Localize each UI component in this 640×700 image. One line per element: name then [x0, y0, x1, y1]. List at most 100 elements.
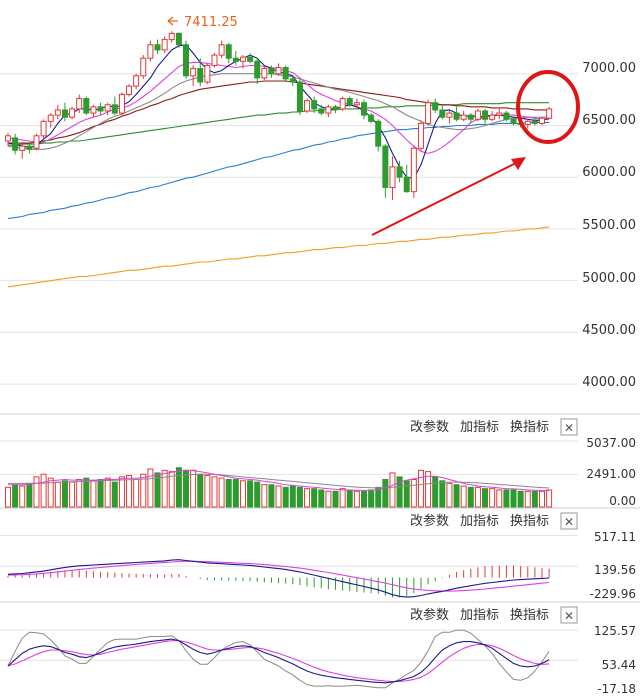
candle-body — [346, 98, 353, 106]
ma250-line — [7, 226, 550, 288]
y-tick-label: 53.44 — [602, 658, 636, 672]
candle-body — [197, 68, 204, 83]
params-button[interactable]: 改参数 — [410, 419, 449, 435]
candle-body — [211, 54, 218, 66]
candle-body — [97, 106, 104, 112]
candle-body — [282, 67, 289, 80]
params-button[interactable]: 改参数 — [410, 607, 449, 623]
candle-body — [175, 32, 182, 46]
volume-bar — [510, 489, 517, 508]
add-indicator-button[interactable]: 加指标 — [460, 608, 499, 623]
candle-body — [289, 78, 296, 83]
volume-bars — [5, 467, 553, 508]
candle-body — [467, 114, 474, 120]
volume-bar — [503, 489, 510, 508]
volume-bar — [296, 486, 303, 508]
y-tick-label: -229.96 — [590, 587, 636, 601]
volume-bar — [12, 484, 19, 508]
volume-bar — [211, 476, 218, 508]
close-icon: ✕ — [564, 421, 574, 435]
candle-body — [546, 108, 553, 119]
volume-bar — [218, 477, 225, 508]
volume-bar — [204, 475, 211, 508]
add-indicator-button[interactable]: 加指标 — [460, 420, 499, 435]
volume-bar — [346, 489, 353, 508]
volume-bar — [439, 480, 446, 508]
volume-bar — [133, 478, 140, 508]
candle-body — [47, 114, 54, 122]
candle-body — [531, 120, 538, 124]
volume-bar — [282, 486, 289, 508]
stock-chart: 7000.00 6500.00 6000.00 5500.00 5000.00 … — [0, 15, 640, 696]
candle-body — [410, 147, 417, 193]
candle-body — [190, 68, 197, 77]
y-tick-label: 4500.00 — [582, 323, 636, 338]
y-tick-label: 4000.00 — [582, 375, 636, 390]
volume-controls: 改参数 加指标 换指标 ✕ — [410, 418, 578, 436]
volume-bar — [19, 485, 26, 508]
kdj-y-axis: 125.57 53.44 -17.18 — [594, 624, 636, 696]
volume-bar — [467, 486, 474, 508]
volume-bar — [539, 490, 545, 508]
peak-value-label: 7411.25 — [184, 15, 238, 30]
candle-body — [382, 145, 389, 189]
volume-bar — [111, 481, 118, 508]
volume-bar — [118, 476, 125, 508]
volume-bar — [517, 490, 524, 508]
candle-body — [432, 102, 439, 111]
candle-body — [339, 98, 346, 110]
switch-indicator-button[interactable]: 换指标 — [510, 514, 549, 529]
volume-bar — [460, 485, 467, 508]
volume-bar — [304, 488, 311, 508]
volume-bar — [33, 476, 40, 508]
params-button[interactable]: 改参数 — [410, 513, 449, 529]
candle-body — [69, 108, 76, 118]
candle-body — [54, 109, 61, 116]
candle-body — [510, 118, 517, 124]
y-tick-label: 5000.00 — [582, 271, 636, 286]
candle-body — [353, 102, 360, 106]
volume-bar — [332, 490, 339, 508]
volume-bar — [254, 481, 261, 508]
volume-bar — [97, 478, 104, 508]
ma120-line — [7, 121, 550, 220]
moving-average-lines — [7, 44, 550, 288]
add-indicator-button[interactable]: 加指标 — [460, 514, 499, 529]
y-tick-label: 6000.00 — [582, 165, 636, 180]
volume-bar — [268, 484, 275, 508]
volume-bar — [410, 478, 417, 508]
volume-bar — [225, 478, 232, 508]
candle-body — [183, 44, 189, 77]
volume-bar — [54, 481, 61, 508]
candle-body — [389, 166, 396, 189]
candle-body — [261, 68, 268, 79]
close-icon: ✕ — [564, 515, 574, 529]
candle-body — [111, 104, 118, 114]
candle-body — [474, 110, 481, 120]
candle-body — [76, 98, 83, 110]
volume-bar — [546, 489, 553, 508]
candle-body — [318, 108, 325, 114]
y-tick-label: 7000.00 — [582, 61, 636, 76]
volume-bar — [531, 490, 538, 508]
candle-body — [118, 93, 125, 114]
candle-body — [539, 117, 545, 124]
y-tick-label: 5500.00 — [582, 218, 636, 233]
volume-bar — [389, 472, 396, 508]
switch-indicator-button[interactable]: 换指标 — [510, 608, 549, 623]
kdj-controls: 改参数 加指标 换指标 ✕ — [410, 606, 578, 624]
volume-bar — [403, 480, 410, 508]
y-tick-label: 5037.00 — [586, 436, 636, 450]
candle-body — [154, 44, 161, 51]
candle-body — [232, 57, 239, 62]
macd-histogram — [7, 565, 550, 598]
candle-body — [396, 166, 403, 178]
candle-body — [254, 60, 261, 79]
switch-indicator-button[interactable]: 换指标 — [510, 420, 549, 435]
candle-body — [5, 135, 11, 142]
candle-body — [403, 176, 410, 193]
candle-body — [26, 145, 33, 150]
volume-bar — [325, 490, 332, 508]
volume-bar — [69, 481, 76, 508]
candle-body — [239, 56, 246, 62]
